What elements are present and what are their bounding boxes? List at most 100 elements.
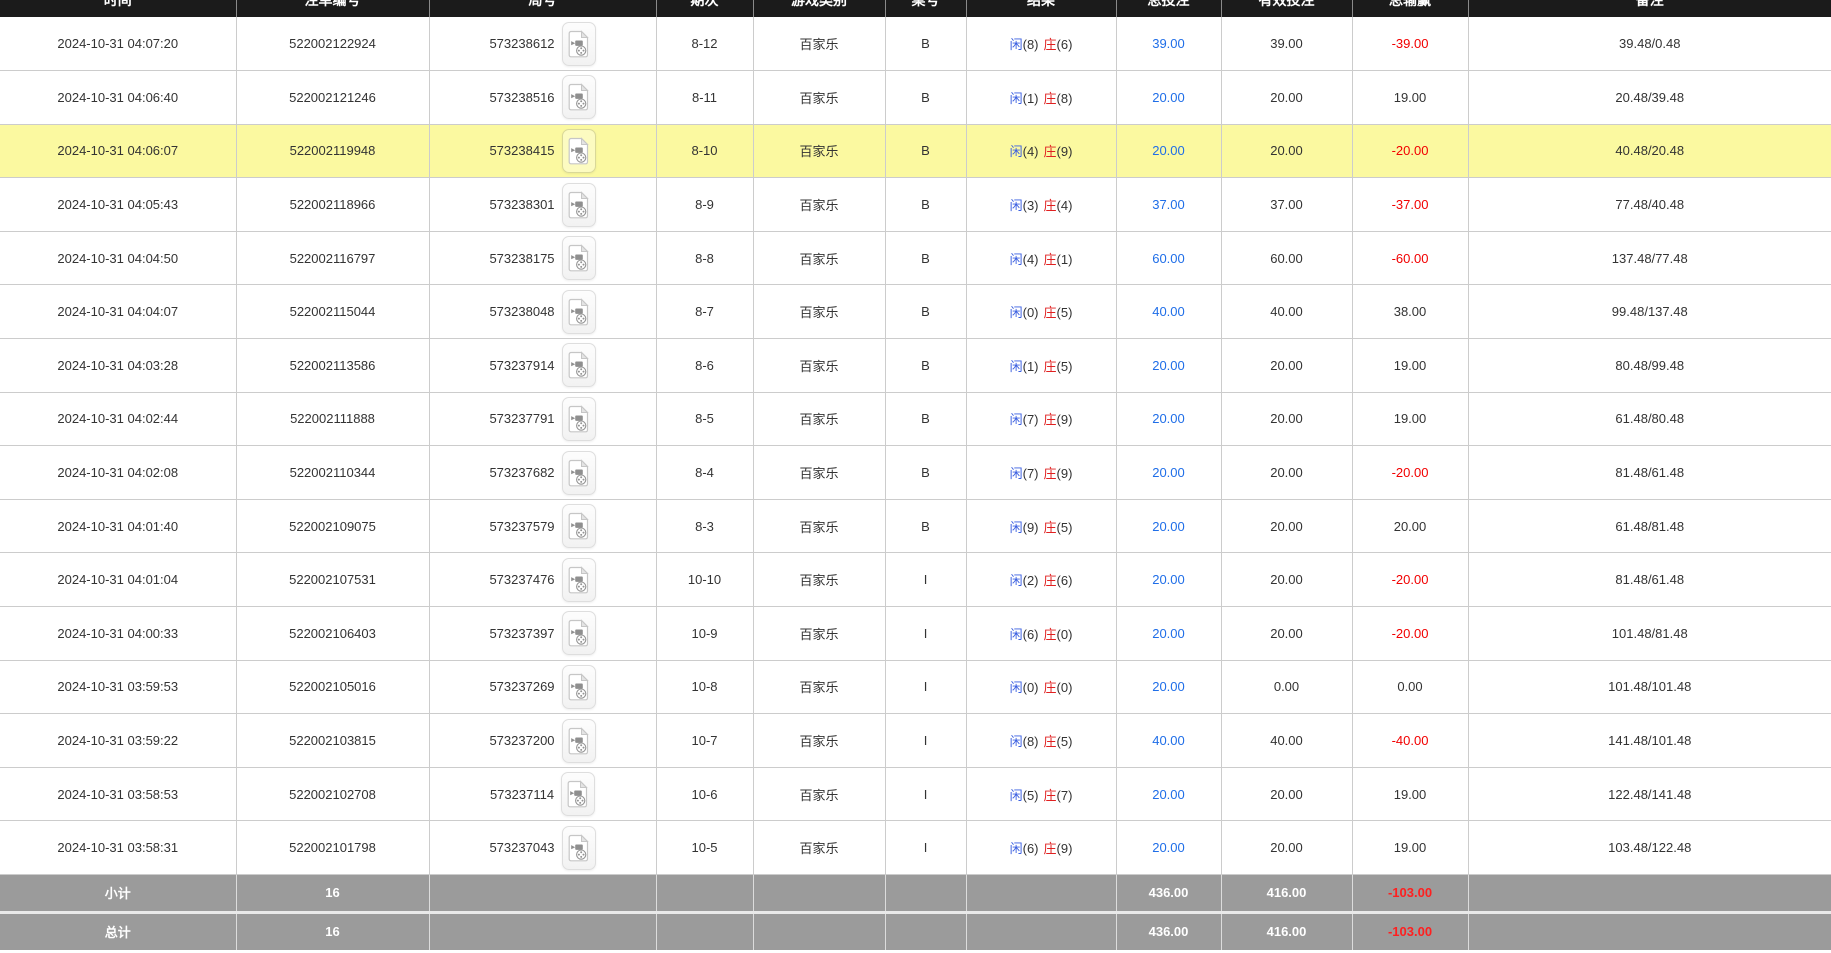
cell-game-type: 百家乐 (753, 767, 885, 821)
round-id-wrap: 573238175 (430, 236, 656, 280)
banker-points: (0) (1057, 680, 1073, 695)
remark-text: 20.48/39.48 (1615, 90, 1684, 105)
round-id-wrap: 573237397 (430, 611, 656, 655)
player-label: 闲 (1010, 37, 1023, 52)
table-body: 2024-10-31 04:07:20 522002122924 5732386… (0, 17, 1831, 875)
cell-bet-id: 522002121246 (236, 71, 429, 125)
banker-points: (6) (1057, 573, 1073, 588)
player-points: (1) (1023, 91, 1039, 106)
remark-text: 101.48/81.48 (1612, 626, 1688, 641)
video-playback-icon (568, 512, 590, 540)
win-loss-text: 19.00 (1394, 411, 1427, 426)
video-playback-button[interactable] (562, 611, 596, 655)
table-row: 2024-10-31 04:06:07 522002119948 5732384… (0, 124, 1831, 178)
table-code-text: B (921, 411, 930, 426)
video-playback-button[interactable] (562, 504, 596, 548)
cell-time: 2024-10-31 03:59:22 (0, 714, 236, 768)
video-playback-icon (568, 83, 590, 111)
video-playback-button[interactable] (562, 343, 596, 387)
valid-bet-text: 20.00 (1270, 411, 1303, 426)
round-id-wrap: 573238612 (430, 22, 656, 66)
cell-time: 2024-10-31 04:04:50 (0, 231, 236, 285)
summary-count: 16 (325, 885, 339, 900)
video-playback-button[interactable] (562, 397, 596, 441)
win-loss-text: -20.00 (1392, 465, 1429, 480)
bet-id-text: 522002111888 (290, 411, 375, 426)
cell-valid-bet: 20.00 (1221, 71, 1352, 125)
bet-id-text: 522002122924 (289, 36, 376, 51)
cell-result: 闲(1)庄(8) (966, 71, 1116, 125)
banker-points: (9) (1057, 412, 1073, 427)
summary-empty-cell (656, 875, 753, 911)
round-id-text: 573238048 (489, 304, 554, 319)
cell-time: 2024-10-31 04:06:40 (0, 71, 236, 125)
cell-valid-bet: 40.00 (1221, 285, 1352, 339)
cell-total-bet: 20.00 (1116, 607, 1221, 661)
period-text: 10-8 (691, 679, 717, 694)
banker-points: (5) (1057, 305, 1073, 320)
period-text: 10-6 (691, 787, 717, 802)
header-cell-result: 结果 (966, 0, 1116, 17)
time-text: 2024-10-31 04:01:04 (57, 572, 178, 587)
remark-text: 99.48/137.48 (1612, 304, 1688, 319)
header-label-total-bet: 总投注 (1117, 0, 1221, 7)
video-playback-button[interactable] (562, 451, 596, 495)
total-bet-text: 20.00 (1152, 465, 1185, 480)
round-id-text: 573238516 (489, 90, 554, 105)
total-bet-text: 20.00 (1152, 90, 1185, 105)
cell-time: 2024-10-31 04:02:08 (0, 446, 236, 500)
video-playback-button[interactable] (562, 558, 596, 602)
cell-period: 8-3 (656, 499, 753, 553)
cell-bet-id: 522002111888 (236, 392, 429, 446)
game-type-text: 百家乐 (799, 788, 838, 803)
summary-count-cell: 16 (236, 914, 429, 950)
banker-points: (5) (1057, 520, 1073, 535)
video-playback-icon (568, 619, 590, 647)
cell-period: 8-9 (656, 178, 753, 232)
cell-win-loss: -40.00 (1352, 714, 1468, 768)
win-loss-text: -60.00 (1392, 251, 1429, 266)
video-playback-button[interactable] (562, 22, 596, 66)
video-playback-button[interactable] (562, 719, 596, 763)
cell-round-id: 573237269 (429, 660, 656, 714)
game-type-text: 百家乐 (799, 91, 838, 106)
banker-label: 庄 (1044, 305, 1057, 320)
win-loss-text: -20.00 (1392, 626, 1429, 641)
video-playback-icon (568, 298, 590, 326)
video-playback-button[interactable] (562, 236, 596, 280)
total-bet-text: 20.00 (1152, 679, 1185, 694)
summary-count: 16 (325, 924, 339, 939)
table-row: 2024-10-31 03:58:53 522002102708 5732371… (0, 767, 1831, 821)
summary-count-cell: 16 (236, 875, 429, 911)
cell-game-type: 百家乐 (753, 124, 885, 178)
player-label: 闲 (1010, 573, 1023, 588)
video-playback-button[interactable] (562, 75, 596, 119)
video-playback-button[interactable] (561, 772, 595, 816)
video-playback-button[interactable] (562, 183, 596, 227)
player-points: (4) (1023, 252, 1039, 267)
cell-game-type: 百家乐 (753, 499, 885, 553)
video-playback-button[interactable] (562, 665, 596, 709)
player-label: 闲 (1010, 466, 1023, 481)
cell-valid-bet: 20.00 (1221, 499, 1352, 553)
video-playback-button[interactable] (562, 826, 596, 870)
player-label: 闲 (1010, 788, 1023, 803)
round-id-text: 573237476 (489, 572, 554, 587)
valid-bet-text: 39.00 (1270, 36, 1303, 51)
valid-bet-text: 20.00 (1270, 143, 1303, 158)
remark-text: 122.48/141.48 (1608, 787, 1691, 802)
period-text: 8-5 (695, 411, 714, 426)
cell-remark: 80.48/99.48 (1468, 339, 1831, 393)
table-row: 2024-10-31 04:01:04 522002107531 5732374… (0, 553, 1831, 607)
cell-game-type: 百家乐 (753, 446, 885, 500)
cell-table-code: I (885, 821, 966, 875)
cell-table-code: B (885, 17, 966, 71)
video-playback-button[interactable] (562, 129, 596, 173)
bet-id-text: 522002118966 (290, 197, 376, 212)
betting-records-table: 时间 注单编号 局号 期次 游戏类别 桌号 结果 总投注 有效投注 总输赢 备注… (0, 0, 1831, 950)
video-playback-button[interactable] (562, 290, 596, 334)
bet-id-text: 522002102708 (289, 787, 376, 802)
win-loss-text: 19.00 (1394, 358, 1427, 373)
cell-game-type: 百家乐 (753, 285, 885, 339)
header-cell-round-id: 局号 (429, 0, 656, 17)
